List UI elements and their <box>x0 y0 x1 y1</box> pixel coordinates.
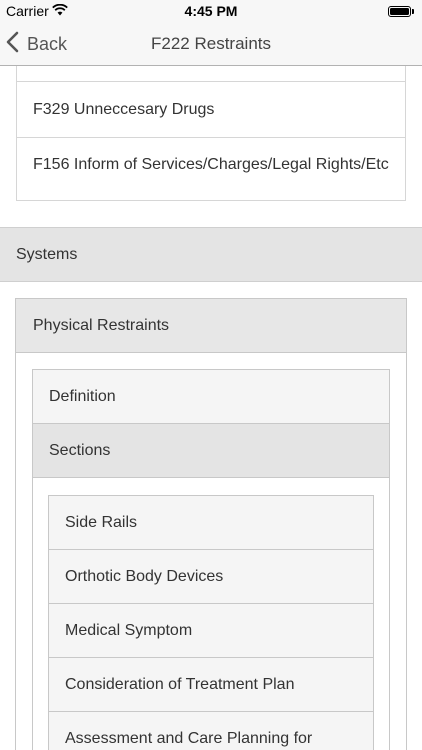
section-item-medical-symptom[interactable]: Medical Symptom <box>49 604 373 658</box>
physical-restraints-header[interactable]: Physical Restraints <box>16 299 406 353</box>
list-item-label: F329 Unneccesary Drugs <box>33 101 215 118</box>
list-item[interactable] <box>17 66 405 82</box>
physical-restraints-subpanel: Definition Sections Side Rails Orthotic … <box>32 369 390 750</box>
section-item-consideration-of-treatment-plan[interactable]: Consideration of Treatment Plan <box>49 658 373 712</box>
section-item-side-rails[interactable]: Side Rails <box>49 496 373 550</box>
physical-restraints-label: Physical Restraints <box>33 317 170 334</box>
battery-icon <box>388 6 414 17</box>
page-title: F222 Restraints <box>151 34 271 53</box>
sections-list: Side Rails Orthotic Body Devices Medical… <box>48 495 374 750</box>
list-item[interactable]: F156 Inform of Services/Charges/Legal Ri… <box>17 138 405 200</box>
definition-row[interactable]: Definition <box>33 370 389 424</box>
list-item[interactable]: F329 Unneccesary Drugs <box>17 82 405 138</box>
definition-label: Definition <box>49 388 116 405</box>
list-item-label: F156 Inform of Services/Charges/Legal Ri… <box>33 156 389 173</box>
status-time: 4:45 PM <box>184 3 238 19</box>
section-item-label: Consideration of Treatment Plan <box>65 676 295 693</box>
section-item-label: Medical Symptom <box>65 622 193 639</box>
section-item-label: Orthotic Body Devices <box>65 568 224 585</box>
section-item-label: Side Rails <box>65 514 138 531</box>
section-item-orthotic-body-devices[interactable]: Orthotic Body Devices <box>49 550 373 604</box>
navigation-bar: Back F222 Restraints <box>0 22 422 66</box>
sections-row[interactable]: Sections <box>33 424 389 478</box>
section-item-label: Assessment and Care Planning for <box>65 730 313 747</box>
sections-label: Sections <box>49 442 111 459</box>
status-bar: Carrier 4:45 PM <box>0 0 422 22</box>
content-area[interactable]: F329 Unneccesary Drugs F156 Inform of Se… <box>0 66 422 750</box>
section-item-assessment-and-care-planning[interactable]: Assessment and Care Planning for <box>49 712 373 750</box>
systems-section-header[interactable]: Systems <box>0 227 422 282</box>
systems-label: Systems <box>16 246 78 263</box>
related-tags-list: F329 Unneccesary Drugs F156 Inform of Se… <box>16 66 406 201</box>
physical-restraints-panel: Physical Restraints Definition Sections … <box>15 298 407 750</box>
